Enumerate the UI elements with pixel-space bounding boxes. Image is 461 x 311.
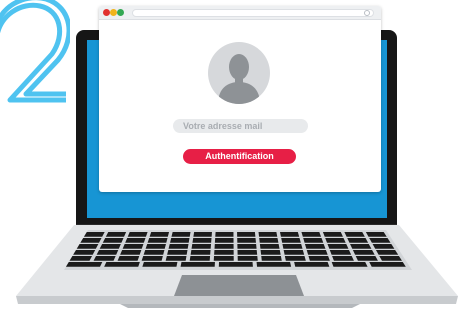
keyboard-key: [303, 238, 324, 243]
keyboard-key: [281, 238, 301, 243]
maximize-window-icon[interactable]: [117, 9, 124, 16]
keyboard-key: [372, 244, 395, 249]
keyboard-key: [69, 256, 93, 261]
keyboard-key: [352, 250, 375, 255]
laptop-base: [16, 224, 458, 308]
keyboard-key: [122, 244, 144, 249]
email-placeholder: Votre adresse mail: [183, 121, 263, 131]
keyboard-key: [120, 250, 142, 255]
keyboard-key: [117, 256, 140, 261]
reload-icon[interactable]: [364, 10, 370, 16]
keyboard-key: [365, 232, 387, 237]
keyboard-key: [171, 232, 191, 237]
keyboard-key: [237, 238, 256, 243]
keyboard-key: [218, 262, 253, 267]
keyboard-key: [190, 250, 211, 255]
keyboard-key: [237, 256, 258, 261]
keyboard-key: [145, 244, 166, 249]
keyboard-key: [327, 244, 349, 249]
keyboard-key: [165, 256, 187, 261]
keyboard-key: [213, 256, 234, 261]
keyboard-key: [329, 250, 352, 255]
keyboard-key: [308, 256, 330, 261]
keyboard-key: [256, 262, 292, 267]
keyboard-key: [279, 232, 300, 237]
keyboard-key: [180, 262, 215, 267]
keyboard-key: [284, 256, 306, 261]
minimize-window-icon[interactable]: [110, 9, 117, 16]
keyboard-key: [304, 244, 326, 249]
keyboard-key: [214, 244, 234, 249]
keyboard-key: [104, 262, 140, 267]
keyboard-key: [282, 244, 303, 249]
keyboard-key: [261, 256, 282, 261]
keyboard-key: [141, 256, 163, 261]
keyboard-key: [375, 250, 399, 255]
digit-two-outline-icon: [0, 0, 70, 103]
browser-titlebar: [99, 6, 381, 20]
keyboard-key: [215, 232, 234, 237]
keyboard-key: [214, 250, 234, 255]
keyboard-key: [93, 256, 116, 261]
close-window-icon[interactable]: [103, 9, 110, 16]
keyboard-key: [127, 232, 148, 237]
keyboard-key: [259, 238, 279, 243]
keyboard-key: [237, 250, 258, 255]
keyboard-key: [193, 232, 212, 237]
keyboard-key: [147, 238, 168, 243]
authentication-button[interactable]: Authentification: [183, 149, 296, 164]
keyboard-key: [344, 232, 365, 237]
keyboard-key: [332, 256, 354, 261]
keyboard-key: [189, 256, 211, 261]
keyboard-key: [306, 250, 328, 255]
laptop-illustration: Votre adresse mail Authentification: [0, 0, 461, 311]
keyboard-key: [167, 250, 188, 255]
keyboard-key: [369, 262, 406, 267]
keyboard-key: [73, 250, 96, 255]
keyboard-key: [355, 256, 378, 261]
keyboard-key: [143, 250, 165, 255]
address-bar[interactable]: [132, 9, 374, 17]
keyboard-key: [96, 250, 119, 255]
keyboard-key: [347, 238, 369, 243]
keyboard-key: [325, 238, 346, 243]
keyboard-key: [83, 232, 105, 237]
keyboard-key: [301, 232, 322, 237]
keyboard-key: [65, 262, 103, 267]
keyboard-key: [294, 262, 330, 267]
keyboard-key: [350, 244, 372, 249]
keyboard-key: [99, 244, 121, 249]
keyboard-key: [102, 238, 124, 243]
keyboard-key: [369, 238, 391, 243]
keyboard-key: [191, 244, 212, 249]
keyboard-key: [76, 244, 99, 249]
keyboard-key: [168, 244, 189, 249]
keyboard-key: [260, 250, 281, 255]
keyboard-key: [105, 232, 127, 237]
keyboard-key: [237, 244, 257, 249]
keyboard-key: [283, 250, 305, 255]
email-field[interactable]: Votre adresse mail: [173, 119, 308, 133]
keyboard-key: [259, 244, 280, 249]
user-avatar-icon: [208, 42, 270, 104]
keyboard-key: [149, 232, 170, 237]
keyboard-key: [322, 232, 343, 237]
keyboard-key: [379, 256, 402, 261]
keyboard-key: [192, 238, 212, 243]
keyboard-key: [170, 238, 190, 243]
keyboard-key: [214, 238, 234, 243]
keyboard-key: [331, 262, 368, 267]
keyboard-key: [258, 232, 278, 237]
keyboard-key: [80, 238, 102, 243]
keyboard-key: [237, 232, 256, 237]
keyboard-key: [142, 262, 178, 267]
keyboard-key: [125, 238, 146, 243]
